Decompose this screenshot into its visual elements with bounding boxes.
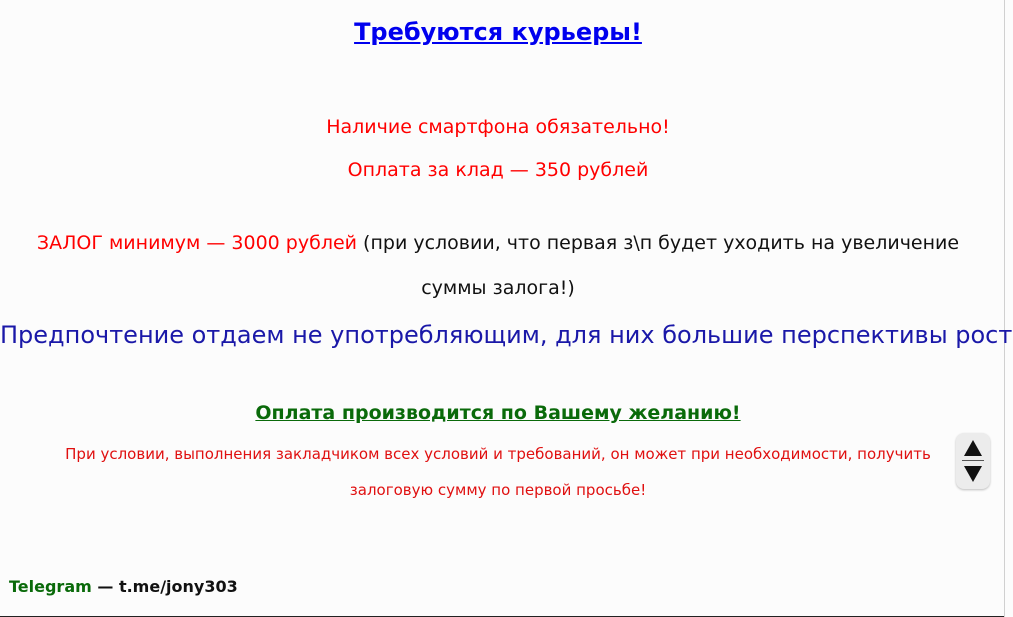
triangle-up-icon <box>964 440 982 456</box>
stash-payment-rate: Оплата за клад — 350 рублей <box>347 159 649 181</box>
contact-separator: — <box>91 577 119 596</box>
telegram-label: Telegram <box>9 577 92 596</box>
telegram-handle: t.me/jony303 <box>118 577 238 596</box>
deposit-line: ЗАЛОГ минимум — 3000 рублей (при условии… <box>0 232 996 254</box>
smartphone-requirement: Наличие смартфона обязательно! <box>326 116 670 138</box>
deposit-condition: (при условии, что первая з\п будет уходи… <box>357 232 960 254</box>
deposit-amount: ЗАЛОГ минимум — 3000 рублей <box>36 232 358 254</box>
payment-option-heading: Оплата производится по Вашему желанию! <box>255 402 741 424</box>
scroll-down-button[interactable] <box>956 461 990 487</box>
deposit-condition-continued: суммы залога!) <box>421 277 575 299</box>
telegram-contact: Telegram — t.me/jony303 <box>9 577 238 596</box>
scroll-up-button[interactable] <box>956 435 990 461</box>
preference-note: Предпочтение отдаем не употребляющим, дл… <box>0 321 1013 349</box>
page-right-border <box>1004 0 1005 617</box>
triangle-down-icon <box>964 466 982 482</box>
scroll-controls <box>956 433 990 489</box>
deposit-return-condition: При условии, выполнения закладчиком всех… <box>65 445 931 463</box>
page-title-link[interactable]: Требуются курьеры! <box>0 18 996 46</box>
deposit-return-condition-continued: залоговую сумму по первой просьбе! <box>349 481 647 499</box>
